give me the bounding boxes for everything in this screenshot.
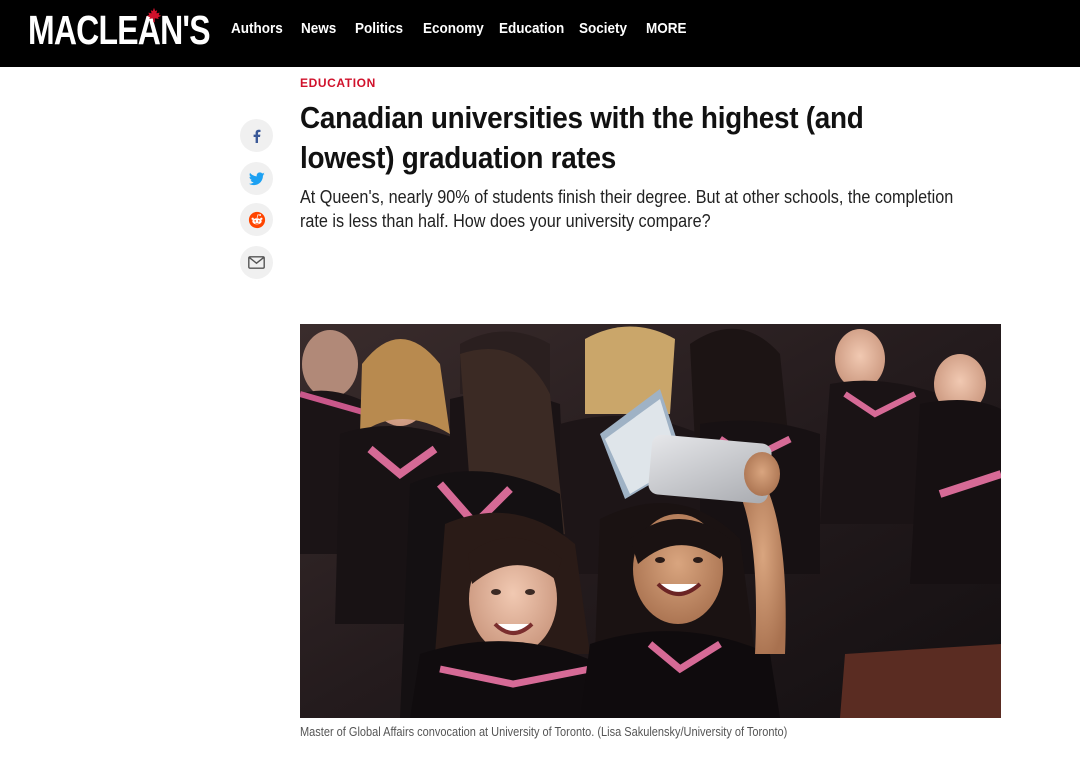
section-label[interactable]: EDUCATION xyxy=(300,76,376,90)
nav-item-authors[interactable]: Authors xyxy=(231,20,283,37)
nav-item-economy[interactable]: Economy xyxy=(423,20,484,37)
email-share-button[interactable] xyxy=(240,246,273,279)
nav-item-more[interactable]: MORE xyxy=(646,20,687,37)
facebook-share-button[interactable] xyxy=(240,119,273,152)
logo-text: MACLEAN'S xyxy=(28,7,211,53)
twitter-icon xyxy=(248,171,265,185)
email-icon xyxy=(248,256,265,269)
macleans-logo[interactable]: MACLEAN'S xyxy=(28,7,261,53)
photo-caption: Master of Global Affairs convocation at … xyxy=(300,725,788,739)
nav-item-politics[interactable]: Politics xyxy=(355,20,403,37)
top-navigation-bar: MACLEAN'S Authors News Politics Economy … xyxy=(0,0,1080,67)
maple-leaf-icon xyxy=(146,7,162,23)
nav-item-education[interactable]: Education xyxy=(499,20,564,37)
nav-item-news[interactable]: News xyxy=(301,20,336,37)
reddit-icon xyxy=(248,211,265,228)
nav-item-society[interactable]: Society xyxy=(579,20,627,37)
graduation-selfie-image xyxy=(300,324,1001,718)
article-dek: At Queen's, nearly 90% of students finis… xyxy=(300,187,954,231)
facebook-icon xyxy=(253,129,260,143)
twitter-share-button[interactable] xyxy=(240,162,273,195)
reddit-share-button[interactable] xyxy=(240,203,273,236)
hero-photo xyxy=(300,324,1001,718)
article-headline: Canadian universities with the highest (… xyxy=(300,100,864,175)
